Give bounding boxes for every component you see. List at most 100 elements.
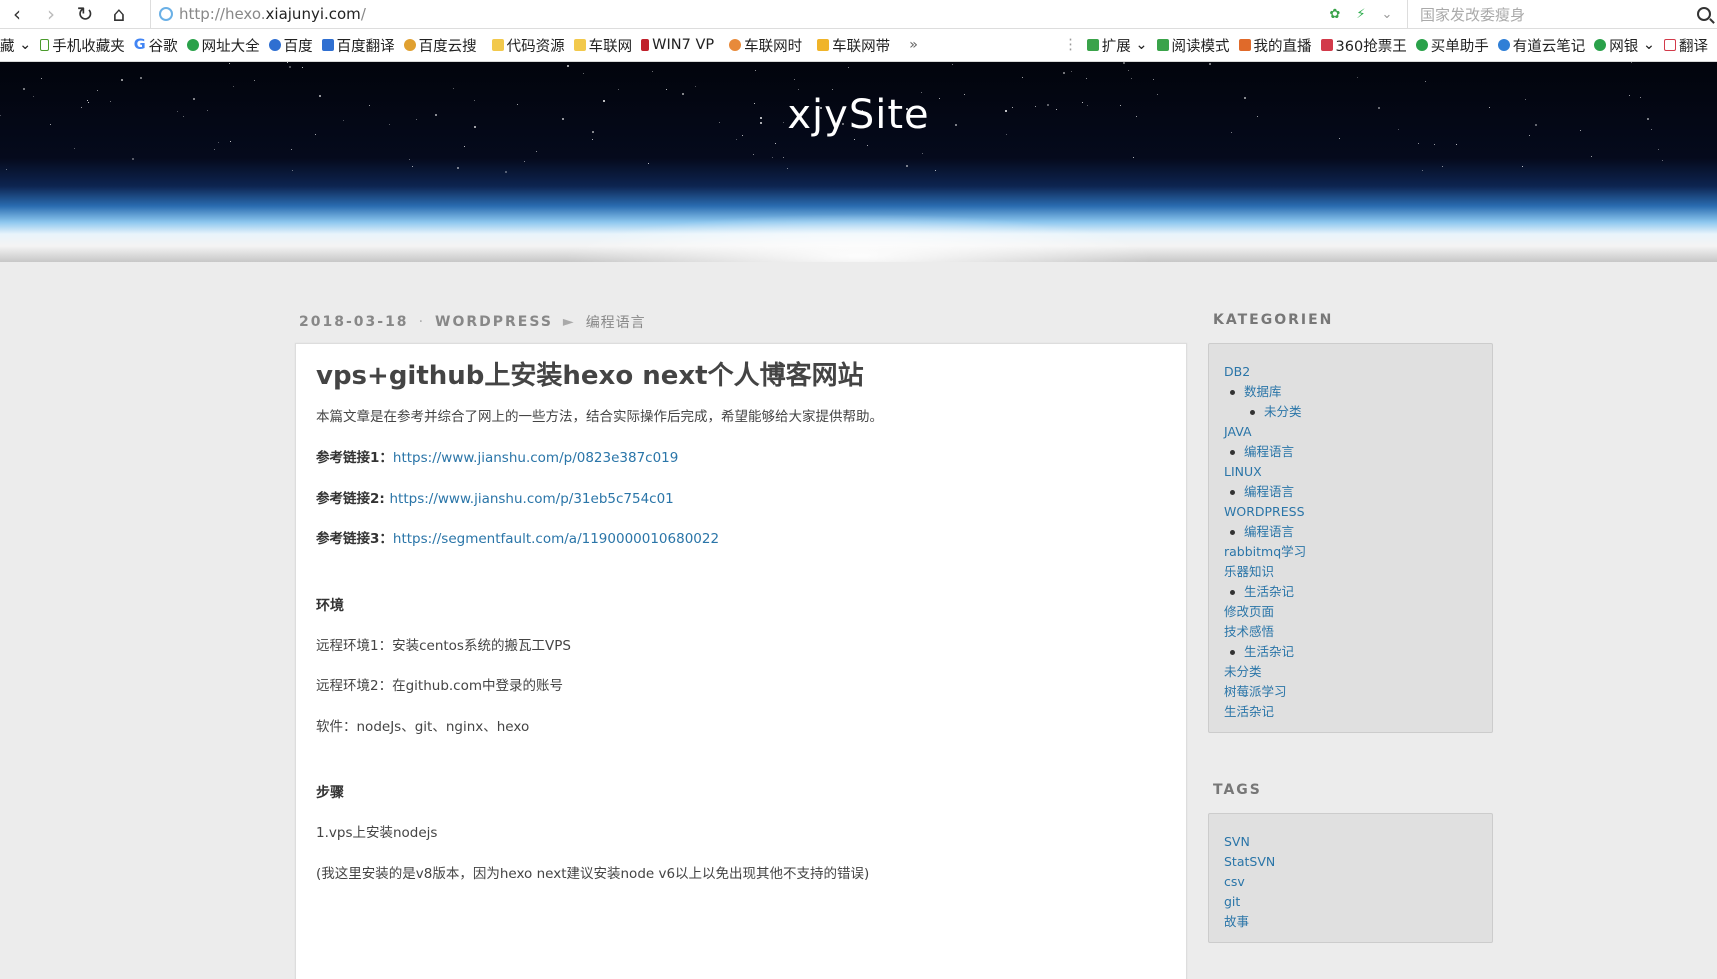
category-link[interactable]: 生活杂记 bbox=[1224, 582, 1477, 602]
youdao-note-button[interactable]: 有道云笔记 bbox=[1497, 35, 1585, 56]
category-link[interactable]: 未分类 bbox=[1224, 662, 1477, 682]
ticket-button[interactable]: 360抢票王 bbox=[1320, 35, 1407, 56]
url-field[interactable]: http://hexo. xiajunyi.com / bbox=[150, 0, 1327, 29]
chevron-down-icon[interactable]: ⌄ bbox=[1379, 6, 1395, 22]
bookmark-mobile[interactable]: 手机收藏夹 bbox=[40, 35, 125, 56]
star-decoration bbox=[955, 124, 957, 126]
star-decoration bbox=[132, 158, 134, 160]
more-bookmarks-button[interactable]: » bbox=[909, 37, 918, 53]
note-icon bbox=[1497, 39, 1510, 51]
forward-button[interactable]: › bbox=[34, 0, 68, 29]
category-link[interactable]: DB2 bbox=[1224, 362, 1477, 382]
reference-link[interactable]: https://www.jianshu.com/p/0823e387c019 bbox=[393, 450, 678, 466]
category-link[interactable]: 编程语言 bbox=[1224, 522, 1477, 542]
post-category[interactable]: WORDPRESS bbox=[435, 314, 553, 330]
star-decoration bbox=[832, 89, 833, 90]
star-decoration bbox=[412, 166, 413, 167]
refresh-plugin-icon[interactable]: ✿ bbox=[1327, 6, 1343, 22]
star-decoration bbox=[0, 115, 1, 116]
reference-link[interactable]: https://segmentfault.com/a/1190000010680… bbox=[393, 531, 719, 547]
bookmark-label: 360抢票王 bbox=[1335, 38, 1407, 55]
tag-link[interactable]: SVN bbox=[1224, 832, 1477, 852]
category-link[interactable]: LINUX bbox=[1224, 462, 1477, 482]
category-link[interactable]: 数据库 bbox=[1224, 382, 1477, 402]
bookmark-folder[interactable]: 藏 ⌄ bbox=[0, 35, 31, 56]
shopping-helper-button[interactable]: 买单助手 bbox=[1415, 35, 1489, 56]
star-decoration bbox=[1489, 107, 1490, 108]
tag-link[interactable]: StatSVN bbox=[1224, 852, 1477, 872]
star-decoration bbox=[848, 67, 849, 68]
star-decoration bbox=[1647, 118, 1649, 120]
reference-label: 参考链接3： bbox=[316, 531, 393, 548]
star-decoration bbox=[1209, 63, 1211, 65]
search-icon[interactable] bbox=[1697, 7, 1711, 21]
star-decoration bbox=[805, 110, 806, 111]
live-button[interactable]: 我的直播 bbox=[1238, 35, 1312, 56]
star-decoration bbox=[906, 165, 908, 167]
site-info-icon[interactable] bbox=[159, 7, 173, 21]
back-button[interactable]: ‹ bbox=[0, 0, 34, 29]
category-link[interactable]: 未分类 bbox=[1224, 402, 1477, 422]
bookmark-win7[interactable]: WIN7 VP bbox=[641, 37, 714, 53]
tag-link[interactable]: csv bbox=[1224, 872, 1477, 892]
reload-button[interactable]: ↻ bbox=[68, 0, 102, 29]
bookmark-carnet-folder[interactable]: 车联网 bbox=[573, 35, 632, 56]
tag-link[interactable]: 故事 bbox=[1224, 912, 1477, 932]
home-icon[interactable]: ⌂ bbox=[102, 0, 136, 29]
tags-heading: TAGS bbox=[1213, 782, 1262, 798]
category-link[interactable]: 生活杂记 bbox=[1224, 702, 1477, 722]
star-decoration bbox=[524, 161, 525, 162]
bookmark-carnet-time[interactable]: 车联网时 bbox=[729, 35, 802, 56]
bookmark-baidu[interactable]: 百度 bbox=[268, 35, 313, 56]
star-decoration bbox=[783, 157, 784, 158]
bookmark-daohang[interactable]: 网址大全 bbox=[186, 35, 260, 56]
bookmark-code-folder[interactable]: 代码资源 bbox=[491, 35, 565, 56]
online-bank-button[interactable]: 网银 ⌄ bbox=[1594, 35, 1655, 56]
star-decoration bbox=[921, 92, 922, 93]
post-subcategory[interactable]: 编程语言 bbox=[586, 312, 646, 332]
bookmark-baidu-yunsou[interactable]: 百度云搜 bbox=[403, 35, 477, 56]
cart-icon bbox=[1415, 39, 1428, 51]
step-1: 1.vps上安装nodejs bbox=[316, 825, 438, 842]
category-link[interactable]: 树莓派学习 bbox=[1224, 682, 1477, 702]
category-link[interactable]: rabbitmq学习 bbox=[1224, 542, 1477, 562]
search-input[interactable]: 国家发改委瘦身 bbox=[1407, 0, 1717, 29]
star-decoration bbox=[177, 111, 178, 112]
category-link[interactable]: 编程语言 bbox=[1224, 482, 1477, 502]
extensions-button[interactable]: 扩展 ⌄ bbox=[1086, 35, 1148, 56]
hand-icon bbox=[817, 39, 830, 51]
star-decoration bbox=[862, 110, 863, 111]
star-decoration bbox=[229, 63, 230, 64]
star-decoration bbox=[1071, 71, 1072, 72]
meta-arrow: ► bbox=[562, 314, 576, 330]
category-link[interactable]: JAVA bbox=[1224, 422, 1477, 442]
tag-link[interactable]: git bbox=[1224, 892, 1477, 912]
reference-link[interactable]: https://www.jianshu.com/p/31eb5c754c01 bbox=[390, 491, 674, 507]
star-decoration bbox=[842, 123, 844, 125]
reading-mode-button[interactable]: 阅读模式 bbox=[1156, 35, 1230, 56]
category-link[interactable]: 乐器知识 bbox=[1224, 562, 1477, 582]
site-title[interactable]: xjySite bbox=[0, 92, 1717, 138]
post-date[interactable]: 2018-03-18 bbox=[299, 314, 409, 330]
bookmark-label: 网址大全 bbox=[201, 38, 260, 55]
reference-label: 参考链接2: bbox=[316, 490, 390, 507]
bookmark-google[interactable]: G 谷歌 bbox=[134, 35, 178, 56]
star-decoration bbox=[1418, 143, 1419, 144]
category-link[interactable]: WORDPRESS bbox=[1224, 502, 1477, 522]
category-link[interactable]: 修改页面 bbox=[1224, 602, 1477, 622]
category-link[interactable]: 生活杂记 bbox=[1224, 642, 1477, 662]
bookmark-baidu-translate[interactable]: 百度翻译 bbox=[321, 35, 395, 56]
lightning-icon[interactable]: ⚡ bbox=[1353, 6, 1369, 22]
bookmarks-bar: 藏 ⌄ 手机收藏夹 G 谷歌 网址大全 百度 百度翻译 百度云搜 代码资源 车联网… bbox=[0, 29, 1717, 62]
star-decoration bbox=[1422, 170, 1423, 171]
star-decoration bbox=[1434, 144, 1435, 145]
category-link[interactable]: 技术感悟 bbox=[1224, 622, 1477, 642]
bookmark-carnet-belt[interactable]: 车联网带 bbox=[817, 35, 890, 56]
translate-button[interactable]: 翻译 bbox=[1664, 35, 1708, 56]
star-decoration bbox=[110, 101, 111, 102]
post-title[interactable]: vps+github上安装hexo next个人博客网站 bbox=[316, 358, 1166, 394]
star-decoration bbox=[292, 170, 293, 171]
category-link[interactable]: 编程语言 bbox=[1224, 442, 1477, 462]
categories-widget: DB2 数据库 未分类 JAVA 编程语言 LINUX 编程语言 WORDPRESS 编程语言 r… bbox=[1208, 343, 1493, 733]
star-decoration bbox=[567, 65, 569, 67]
